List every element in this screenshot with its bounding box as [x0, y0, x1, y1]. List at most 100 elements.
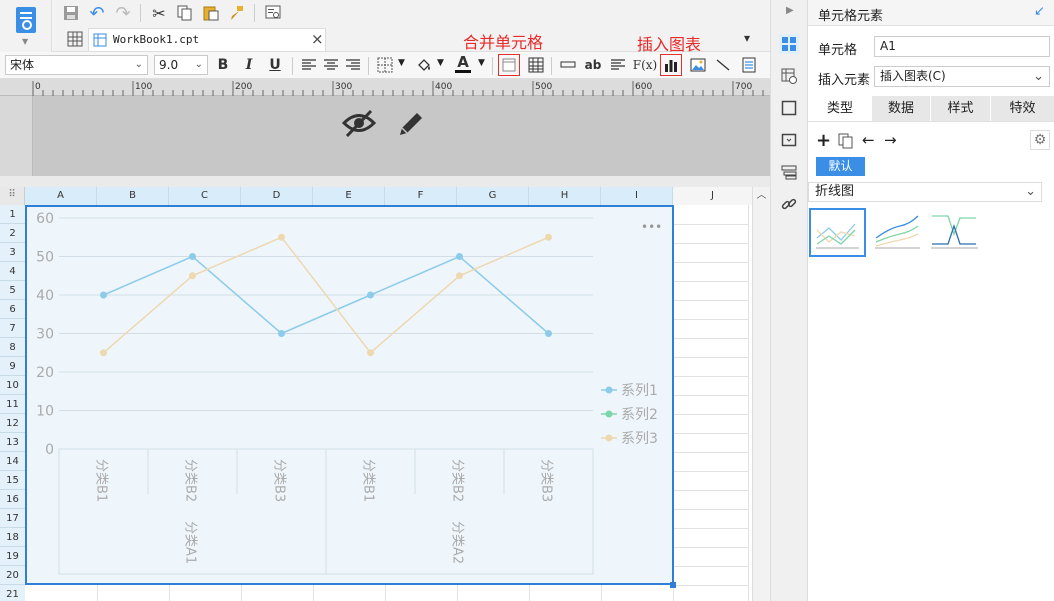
hide-eye-icon[interactable]	[341, 108, 377, 138]
row-header-18[interactable]: 18	[0, 528, 25, 547]
row-header-5[interactable]: 5	[0, 281, 25, 300]
tab-style[interactable]: 样式	[931, 96, 990, 121]
column-header-i[interactable]: I	[601, 187, 673, 205]
vertical-scrollbar[interactable]: ︿	[752, 187, 770, 601]
row-header-12[interactable]: 12	[0, 414, 25, 433]
insert-element-select[interactable]: 插入图表(C) ⌄	[874, 66, 1050, 87]
sheet-grid-icon[interactable]	[64, 28, 86, 50]
font-color-button[interactable]: A	[452, 53, 474, 75]
tab-data[interactable]: 数据	[872, 96, 930, 121]
workbook-tab[interactable]: WorkBook1.cpt ×	[88, 28, 326, 51]
align-center-icon[interactable]	[320, 54, 342, 76]
dropdown-widget-icon[interactable]	[779, 130, 799, 150]
row-header-17[interactable]: 17	[0, 509, 25, 528]
collapse-arrow-icon[interactable]: ▶	[786, 5, 794, 16]
row-header-13[interactable]: 13	[0, 433, 25, 452]
row-header-16[interactable]: 16	[0, 490, 25, 509]
bold-button[interactable]: B	[212, 54, 234, 76]
insert-image-icon[interactable]	[687, 54, 709, 76]
row-header-9[interactable]: 9	[0, 357, 25, 376]
paragraph-icon[interactable]	[607, 54, 629, 76]
chevron-down-icon[interactable]: ▼	[398, 58, 405, 68]
merge-cells-button[interactable]	[498, 54, 520, 76]
slash-line-icon[interactable]	[712, 54, 734, 76]
row-header-2[interactable]: 2	[0, 224, 25, 243]
cut-icon[interactable]: ✂	[148, 2, 170, 24]
row-header-21[interactable]: 21	[0, 585, 25, 601]
column-header-c[interactable]: C	[169, 187, 241, 205]
text-ab-button[interactable]: ab	[582, 54, 604, 76]
sheet-corner[interactable]: ⠿	[0, 187, 25, 205]
redo-icon[interactable]: ↷	[112, 2, 134, 24]
add-chart-icon[interactable]: +	[816, 132, 831, 150]
paste-icon[interactable]	[200, 2, 222, 24]
row-header-20[interactable]: 20	[0, 566, 25, 585]
column-header-h[interactable]: H	[529, 187, 601, 205]
subreport-icon[interactable]	[738, 54, 760, 76]
formula-button[interactable]: F(x)	[633, 54, 657, 76]
save-icon[interactable]	[60, 2, 82, 24]
chart-more-icon[interactable]: •••	[641, 220, 662, 234]
move-left-icon[interactable]: ←	[862, 131, 875, 149]
preview-icon[interactable]	[262, 2, 284, 24]
border-icon[interactable]	[374, 54, 396, 76]
column-header-d[interactable]: D	[241, 187, 313, 205]
italic-button[interactable]: I	[238, 54, 260, 76]
cell-attribute-icon[interactable]	[779, 66, 799, 86]
legend-label[interactable]: 系列2	[621, 407, 658, 423]
row-header-6[interactable]: 6	[0, 300, 25, 319]
font-size-select[interactable]: 9.0 ⌄	[154, 55, 208, 75]
row-header-7[interactable]: 7	[0, 319, 25, 338]
settings-gear-icon[interactable]: ⚙	[1030, 130, 1050, 150]
format-painter-icon[interactable]	[226, 2, 248, 24]
align-right-icon[interactable]	[342, 54, 364, 76]
column-header-j[interactable]: J	[673, 187, 753, 205]
tab-effects[interactable]: 特效	[991, 96, 1054, 121]
tab-type[interactable]: 类型	[808, 96, 872, 121]
row-header-11[interactable]: 11	[0, 395, 25, 414]
row-header-8[interactable]: 8	[0, 338, 25, 357]
condition-attribute-icon[interactable]	[779, 162, 799, 182]
edit-pencil-icon[interactable]	[395, 108, 427, 140]
chart-style-thumb-2[interactable]	[870, 208, 924, 257]
move-right-icon[interactable]: →	[884, 131, 897, 149]
row-header-4[interactable]: 4	[0, 262, 25, 281]
chart-style-thumb-1[interactable]	[809, 208, 866, 257]
tab-menu-icon[interactable]: ▾	[744, 31, 750, 45]
legend-label[interactable]: 系列1	[621, 383, 658, 399]
chevron-down-icon[interactable]: ▼	[437, 58, 444, 68]
row-header-15[interactable]: 15	[0, 471, 25, 490]
column-header-b[interactable]: B	[97, 187, 169, 205]
widget-icon[interactable]	[779, 98, 799, 118]
chart-element[interactable]: 60 50 40 30 20 10 0 分类B1 分类B2 分类B3 分类B1 分类B2 分类B3 分类A…	[25, 205, 674, 585]
row-header-3[interactable]: 3	[0, 243, 25, 262]
underline-button[interactable]: U	[264, 54, 286, 76]
column-header-g[interactable]: G	[457, 187, 529, 205]
close-tab-icon[interactable]: ×	[311, 30, 324, 48]
hyperlink-icon[interactable]	[779, 194, 799, 214]
legend-label[interactable]: 系列3	[621, 431, 658, 447]
chart-type-select[interactable]: 折线图 ⌄	[808, 182, 1042, 202]
align-left-icon[interactable]	[298, 54, 320, 76]
copy-icon[interactable]	[174, 2, 196, 24]
fill-color-icon[interactable]	[413, 54, 435, 76]
chart-style-thumb-3[interactable]	[926, 208, 982, 257]
column-header-f[interactable]: F	[385, 187, 457, 205]
undo-icon[interactable]: ↶	[86, 2, 108, 24]
font-family-select[interactable]: 宋体 ⌄	[5, 55, 148, 75]
app-logo-menu[interactable]: ▼	[0, 0, 52, 52]
table-grid-icon[interactable]	[525, 54, 547, 76]
copy-chart-icon[interactable]	[838, 133, 854, 149]
chevron-down-icon[interactable]: ▼	[478, 58, 485, 68]
row-header-1[interactable]: 1	[0, 205, 25, 224]
column-header-a[interactable]: A	[25, 187, 97, 205]
text-field-icon[interactable]	[557, 54, 579, 76]
insert-chart-button[interactable]	[660, 54, 682, 76]
cell-element-icon[interactable]	[779, 34, 799, 54]
default-chart-tag[interactable]: 默认	[816, 157, 865, 176]
row-header-14[interactable]: 14	[0, 452, 25, 471]
row-header-19[interactable]: 19	[0, 547, 25, 566]
scroll-up-icon[interactable]: ︿	[753, 187, 770, 205]
column-header-e[interactable]: E	[313, 187, 385, 205]
expand-corner-icon[interactable]: ↙	[1034, 4, 1045, 19]
